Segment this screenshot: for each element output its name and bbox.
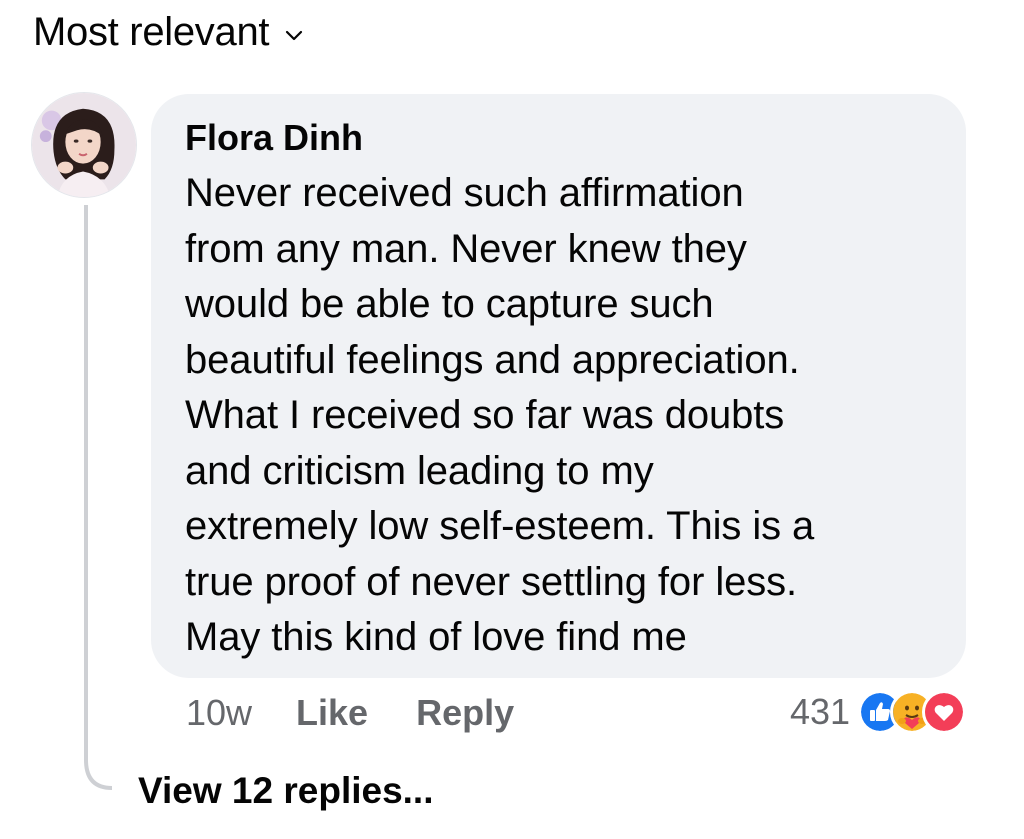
like-button[interactable]: Like <box>296 692 368 734</box>
reply-button[interactable]: Reply <box>416 692 514 734</box>
comment-author[interactable]: Flora Dinh <box>185 116 936 160</box>
comment-bubble: Flora Dinh Never received such affirmati… <box>151 94 966 678</box>
reaction-summary[interactable]: 431 <box>790 690 967 734</box>
view-replies-link[interactable]: View 12 replies... <box>138 770 434 812</box>
sort-dropdown[interactable]: Most relevant <box>33 10 305 55</box>
chevron-down-icon <box>286 30 303 40</box>
reaction-count: 431 <box>790 691 851 732</box>
comment-timestamp[interactable]: 10w <box>186 692 252 734</box>
comment-text: Never received such affirmation from any… <box>185 171 815 659</box>
love-icon <box>922 690 967 734</box>
profile-photo <box>32 93 136 197</box>
thread-connector <box>84 205 113 790</box>
comment-section: Most relevant Flora Dinh Never received … <box>0 0 1024 839</box>
comment-actions: 10w Like Reply <box>186 692 562 734</box>
avatar[interactable] <box>31 92 137 198</box>
sort-label: Most relevant <box>33 10 270 54</box>
